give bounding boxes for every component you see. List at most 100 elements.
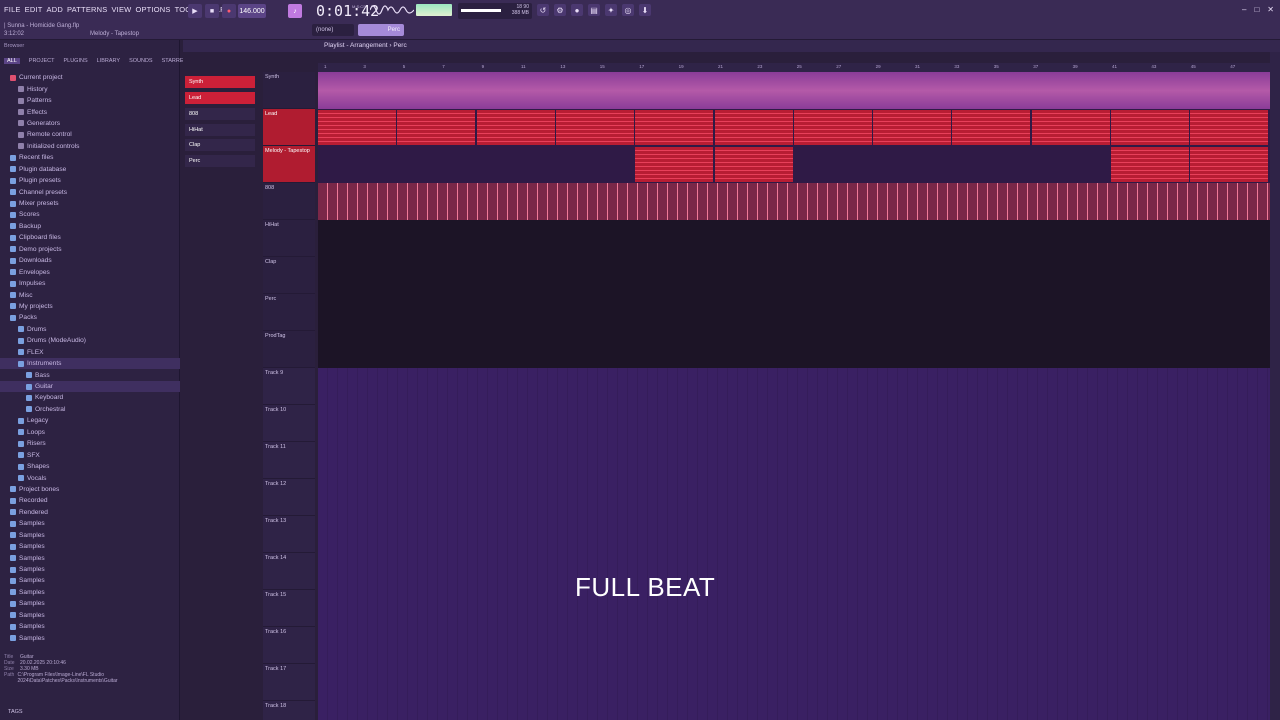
tags-label[interactable]: TAGS <box>8 709 23 715</box>
browser-item[interactable]: Orchestral <box>0 404 180 415</box>
track-header[interactable]: Clap <box>263 257 315 294</box>
menu-options[interactable]: OPTIONS <box>135 5 170 14</box>
picker-item[interactable]: Perc <box>185 155 255 167</box>
track-lane[interactable] <box>318 553 1270 590</box>
track-lane[interactable] <box>318 294 1270 331</box>
track-lane[interactable] <box>318 405 1270 442</box>
menu-add[interactable]: ADD <box>47 5 63 14</box>
browser-item[interactable]: Keyboard <box>0 392 180 403</box>
picker-item[interactable]: Lead <box>185 92 255 104</box>
plugin-icon[interactable]: ✦ <box>605 4 617 16</box>
menu-edit[interactable]: EDIT <box>25 5 43 14</box>
browser-item[interactable]: Samples <box>0 518 180 529</box>
pattern-song-toggle[interactable]: ♪ <box>288 4 302 18</box>
track-header[interactable]: Track 13 <box>263 516 315 553</box>
browser-item[interactable]: Effects <box>0 106 180 117</box>
picker-item[interactable]: Clap <box>185 139 255 151</box>
undo-icon[interactable]: ↺ <box>537 4 549 16</box>
track-header[interactable]: Perc <box>263 294 315 331</box>
track-lane[interactable] <box>318 109 1270 146</box>
browser-item[interactable]: Demo projects <box>0 244 180 255</box>
track-lane[interactable] <box>318 146 1270 183</box>
menu-patterns[interactable]: PATTERNS <box>67 5 108 14</box>
picker-item[interactable]: HiHat <box>185 124 255 136</box>
pattern-clip[interactable] <box>1111 147 1189 182</box>
browser-item[interactable]: Backup <box>0 221 180 232</box>
browser-item[interactable]: Vocals <box>0 472 180 483</box>
browser-item[interactable]: Samples <box>0 632 180 643</box>
pattern-clip[interactable] <box>714 110 793 145</box>
close-icon[interactable]: ✕ <box>1267 5 1274 14</box>
arrangement-area[interactable] <box>318 72 1270 720</box>
pattern-clip[interactable] <box>714 147 793 182</box>
track-lane[interactable] <box>318 257 1270 294</box>
track-lane[interactable] <box>318 590 1270 627</box>
track-header[interactable]: HiHat <box>263 220 315 257</box>
browser-item[interactable]: Samples <box>0 621 180 632</box>
minimize-icon[interactable]: – <box>1242 5 1246 14</box>
browser-item[interactable]: Guitar <box>0 380 180 393</box>
browser-item[interactable]: Plugin database <box>0 164 180 175</box>
browser-item[interactable]: Generators <box>0 118 180 129</box>
snap-selector[interactable]: (none) <box>312 24 354 36</box>
browser-item[interactable]: Samples <box>0 552 180 563</box>
browser-item[interactable]: Envelopes <box>0 266 180 277</box>
browser-tab-project[interactable]: PROJECT <box>29 58 55 64</box>
track-header[interactable]: Track 14 <box>263 553 315 590</box>
browser-item[interactable]: Current project <box>0 72 180 83</box>
microphone-icon[interactable]: ● <box>571 4 583 16</box>
browser-item[interactable]: Initialized controls <box>0 141 180 152</box>
chat-icon[interactable]: ◎ <box>622 4 634 16</box>
browser-item[interactable]: Impulses <box>0 278 180 289</box>
browser-item[interactable]: Samples <box>0 610 180 621</box>
track-lane[interactable] <box>318 479 1270 516</box>
pattern-clip[interactable] <box>555 110 634 145</box>
pattern-clip[interactable] <box>635 147 714 182</box>
menu-view[interactable]: VIEW <box>111 5 131 14</box>
track-lane[interactable] <box>318 368 1270 405</box>
pattern-selector[interactable]: Perc <box>358 24 404 36</box>
play-button[interactable]: ▶ <box>188 4 202 18</box>
track-header[interactable]: Synth <box>263 72 315 109</box>
track-header[interactable]: Track 12 <box>263 479 315 516</box>
browser-tab-all[interactable]: ALL <box>4 58 20 64</box>
browser-item[interactable]: Risers <box>0 438 180 449</box>
track-lane[interactable] <box>318 664 1270 701</box>
browser-item[interactable]: Downloads <box>0 255 180 266</box>
track-header[interactable]: 808 <box>263 183 315 220</box>
pattern-clip[interactable] <box>952 110 1031 145</box>
pattern-clip[interactable] <box>397 110 476 145</box>
browser-item[interactable]: Samples <box>0 541 180 552</box>
browser-item[interactable]: SFX <box>0 449 180 460</box>
browser-item[interactable]: Patterns <box>0 95 180 106</box>
track-header[interactable]: Track 9 <box>263 368 315 405</box>
track-header[interactable]: Track 17 <box>263 664 315 701</box>
track-lane[interactable] <box>318 72 1270 109</box>
track-lane[interactable] <box>318 183 1270 220</box>
vertical-scrollbar[interactable] <box>1270 52 1280 720</box>
browser-item[interactable]: Samples <box>0 587 180 598</box>
pattern-clip[interactable] <box>793 110 872 145</box>
track-lane[interactable] <box>318 627 1270 664</box>
browser-item[interactable]: Legacy <box>0 415 180 426</box>
browser-item[interactable]: Samples <box>0 575 180 586</box>
browser-item[interactable]: Clipboard files <box>0 232 180 243</box>
track-lane[interactable] <box>318 220 1270 257</box>
browser-item[interactable]: Misc <box>0 289 180 300</box>
menu-file[interactable]: FILE <box>4 5 21 14</box>
browser-item[interactable]: My projects <box>0 301 180 312</box>
track-header[interactable]: Melody - Tapestop <box>263 146 315 183</box>
mixer-icon[interactable]: ⚙ <box>554 4 566 16</box>
browser-item[interactable]: Bass <box>0 369 180 380</box>
track-lane[interactable] <box>318 701 1270 720</box>
browser-item[interactable]: Samples <box>0 530 180 541</box>
pattern-clip[interactable] <box>1190 110 1269 145</box>
timeline-ruler[interactable]: 1 3 5 7 9 11 13 15 17 19 21 23 25 27 29 31 33 35 37 39 41 43 4… <box>318 63 1270 72</box>
browser-item[interactable]: Samples <box>0 564 180 575</box>
record-button[interactable]: ● <box>222 4 236 18</box>
browser-item[interactable]: History <box>0 83 180 94</box>
picker-item[interactable]: Synth <box>185 76 255 88</box>
pattern-clip[interactable] <box>1031 110 1110 145</box>
download-icon[interactable]: ⬇ <box>639 4 651 16</box>
browser-item[interactable]: Scores <box>0 209 180 220</box>
